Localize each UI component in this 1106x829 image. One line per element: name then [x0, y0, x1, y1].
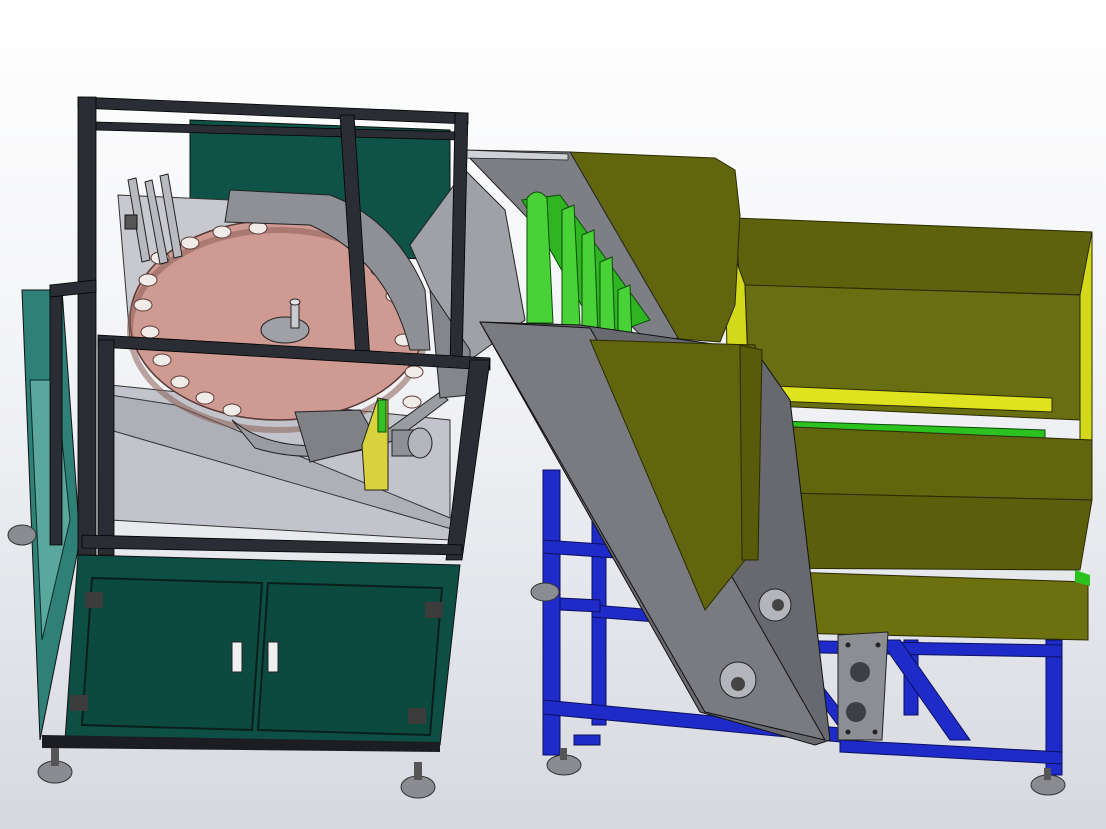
door-handle[interactable]: [231, 641, 243, 673]
corner-bracket: [408, 708, 426, 724]
hopper-front-flap: [739, 344, 763, 561]
turntable-pocket: [138, 273, 158, 287]
blue-stand-foot-pad: [573, 734, 601, 746]
turntable-pocket: [195, 391, 215, 405]
leveling-foot-stem: [560, 748, 567, 760]
plate-bearing: [850, 662, 870, 682]
turntable-pocket: [222, 403, 242, 417]
turntable-pocket: [402, 395, 422, 409]
hopper-back-wall: [734, 217, 1093, 296]
blue-stand-beam: [559, 597, 601, 613]
turntable-shaft: [290, 301, 300, 329]
conveyor-cleat: [599, 256, 616, 338]
blue-stand-beam: [839, 739, 1063, 765]
blade-mount: [124, 214, 138, 230]
turntable-pocket: [170, 375, 190, 389]
turntable-pocket: [180, 236, 200, 250]
turntable-hub: [260, 316, 310, 344]
leveling-foot-stem: [414, 762, 422, 780]
machine-assembly-drawing: [7, 96, 1093, 799]
turntable-pocket: [212, 225, 232, 239]
leveling-foot: [530, 582, 560, 602]
frame-side-post: [49, 284, 63, 546]
corner-bracket: [70, 695, 88, 711]
turntable-pocket: [133, 298, 153, 312]
corner-bracket: [85, 592, 103, 608]
frame-top-rail: [77, 96, 469, 125]
plate-bolt: [872, 729, 878, 735]
frame-post: [77, 96, 97, 556]
mounting-plate: [837, 631, 889, 741]
plate-bearing: [846, 702, 866, 722]
cad-viewport[interactable]: [0, 0, 1106, 829]
motor-end: [407, 427, 433, 459]
plate-bolt: [845, 729, 851, 735]
plate-bolt: [845, 642, 851, 648]
frame-post: [97, 339, 115, 556]
leveling-foot-stem: [51, 748, 59, 766]
frame-lower-rail: [81, 534, 463, 556]
sensor-arm: [377, 399, 387, 433]
leveling-foot-stem: [1044, 768, 1051, 780]
conveyor-roller-hub: [772, 599, 784, 611]
turntable-pocket: [152, 353, 172, 367]
turntable-pocket: [140, 325, 160, 339]
plate-bolt: [875, 642, 881, 648]
leveling-foot: [7, 524, 37, 546]
conveyor-roller-hub: [731, 677, 745, 691]
turntable-shaft-cap: [289, 298, 301, 306]
turntable-pocket: [404, 365, 424, 379]
corner-bracket: [425, 602, 443, 618]
door-handle[interactable]: [267, 641, 279, 673]
